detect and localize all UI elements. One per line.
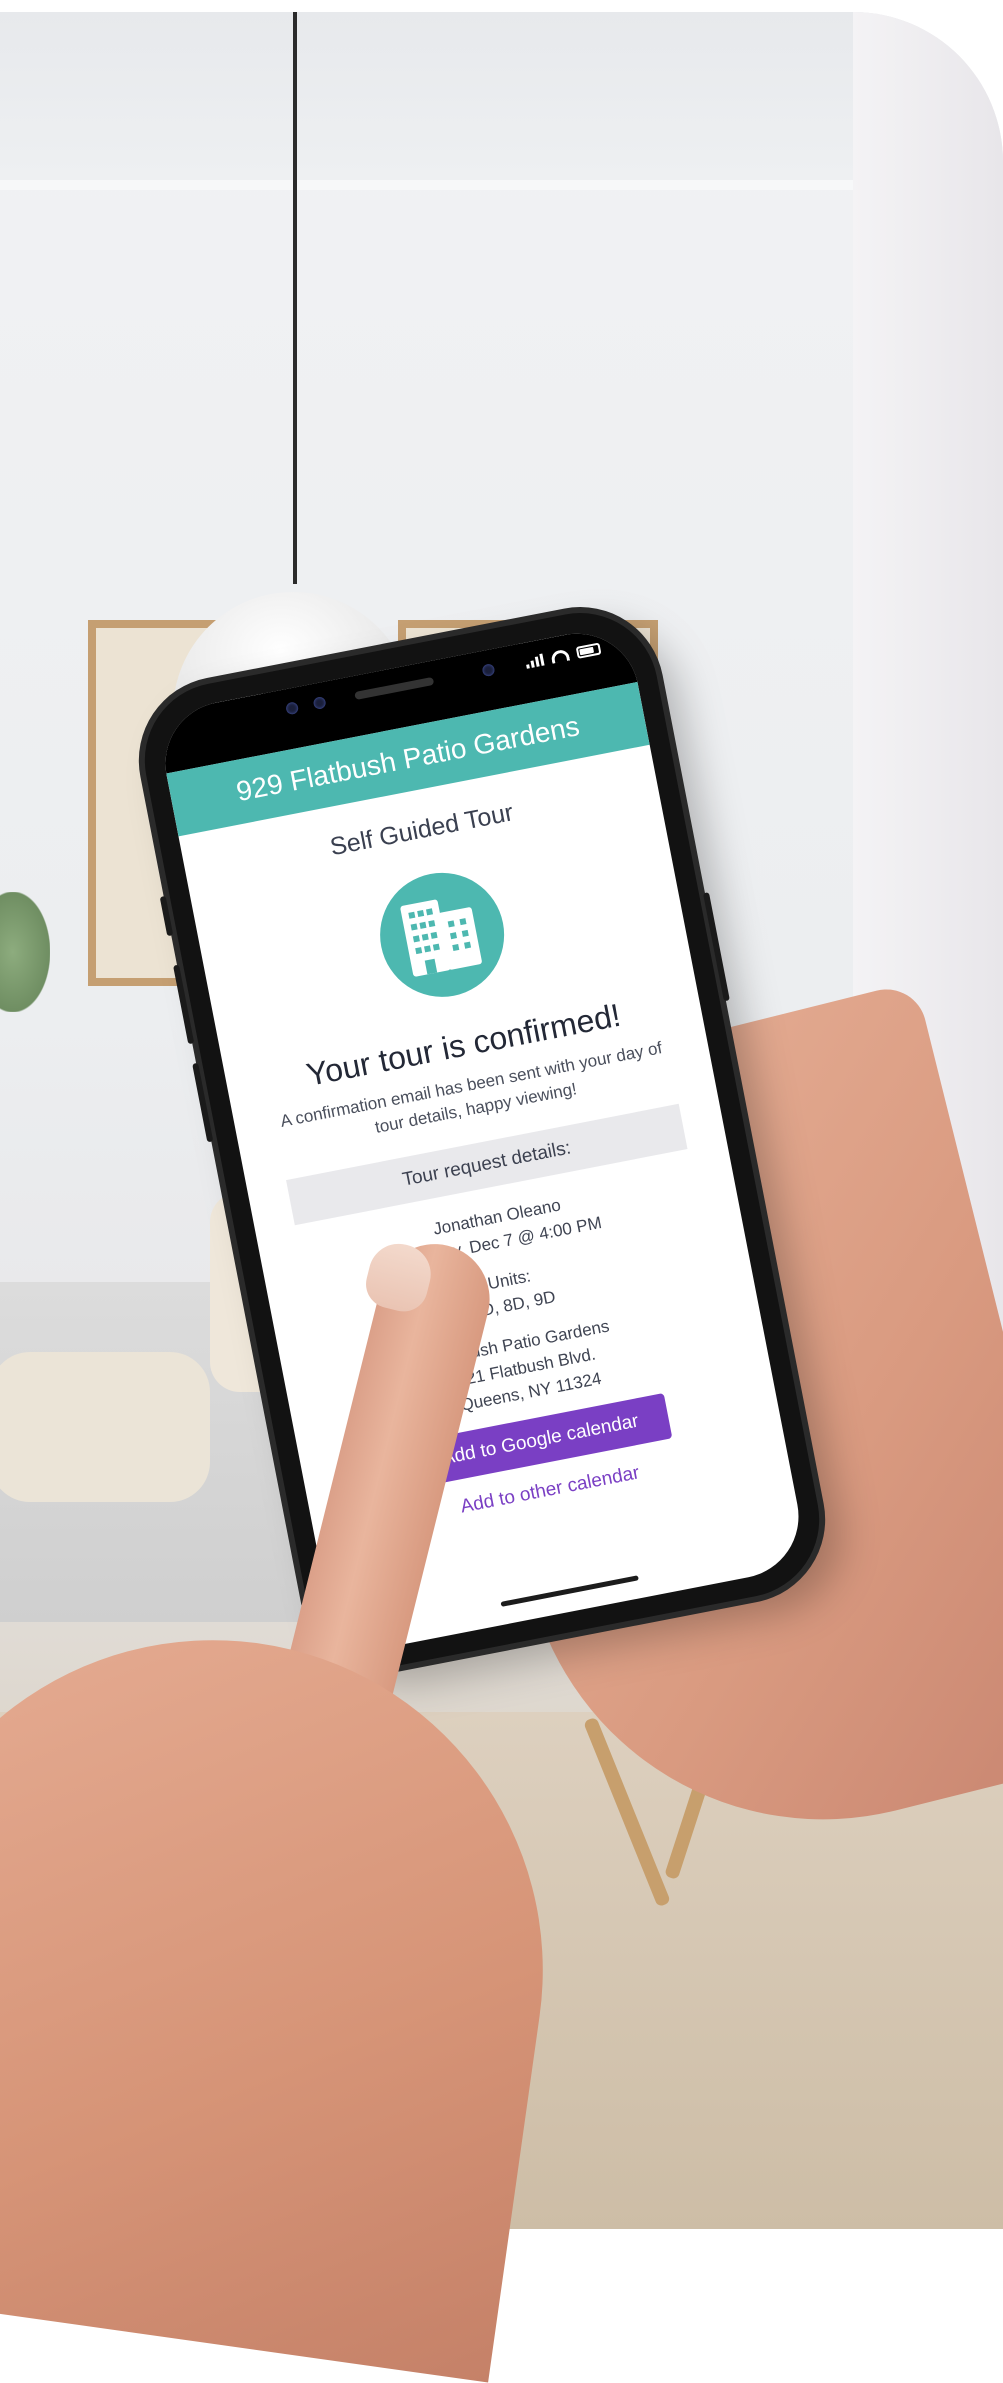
plant bbox=[0, 892, 50, 1012]
pillow bbox=[0, 1352, 210, 1502]
building-icon bbox=[369, 862, 515, 1008]
signal-icon bbox=[525, 653, 545, 669]
lamp-cord bbox=[293, 12, 297, 584]
status-icons bbox=[525, 642, 602, 669]
wifi-icon bbox=[550, 648, 571, 664]
home-indicator[interactable] bbox=[500, 1575, 639, 1607]
battery-icon bbox=[575, 642, 602, 659]
details-section-title: Tour request details: bbox=[400, 1137, 573, 1191]
